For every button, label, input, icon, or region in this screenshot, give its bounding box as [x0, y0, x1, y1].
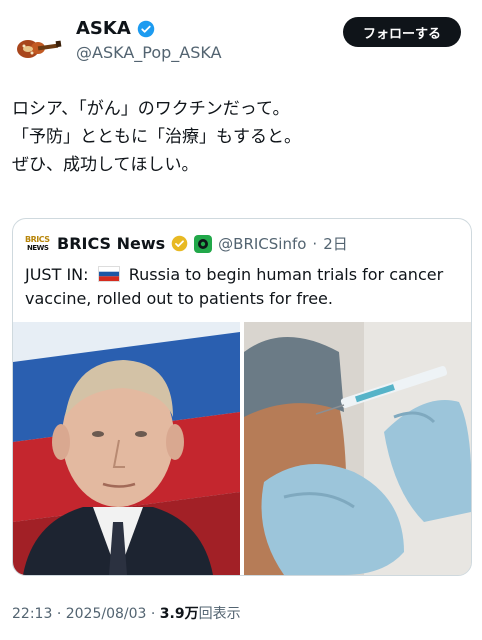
follow-button[interactable]: フォローする — [343, 17, 461, 47]
dot-separator: · — [56, 606, 66, 622]
quoted-handle[interactable]: @BRICSinfo — [218, 235, 306, 253]
quoted-text: JUST IN: Russia to begin human trials fo… — [25, 263, 457, 311]
display-name[interactable]: ASKA — [76, 18, 131, 39]
tweet-header: ASKA @ASKA_Pop_ASKA フォローする — [0, 0, 482, 80]
tweet-meta: 22:13 · 2025/08/03 · 3.9万回表示 — [12, 603, 241, 623]
quoted-time[interactable]: 2日 — [323, 233, 348, 254]
quoted-display-name[interactable]: BRICS News — [57, 234, 165, 253]
quoted-tweet-header: BRICS NEWS BRICS News @BRICSinfo · 2日 — [25, 233, 348, 254]
dot-separator: · — [150, 606, 160, 622]
name-row: ASKA — [76, 18, 155, 39]
brics-logo: BRICS NEWS — [25, 234, 50, 252]
gold-verified-icon — [171, 235, 188, 252]
views-label: 回表示 — [198, 606, 241, 622]
affiliate-badge-icon — [194, 234, 213, 253]
photo-vaccine-injection[interactable] — [244, 322, 471, 575]
verified-check-icon — [137, 20, 155, 37]
quoted-tweet[interactable]: BRICS NEWS BRICS News @BRICSinfo · 2日 JU… — [12, 218, 472, 576]
tweet-text: ロシア、「がん」のワクチンだって。 「予防」とともに「治療」もすると。 ぜひ、成… — [12, 99, 301, 175]
tweet-time[interactable]: 22:13 — [12, 606, 52, 622]
quoted-text-prefix: JUST IN: — [25, 265, 89, 284]
russia-flag-icon — [97, 266, 120, 282]
dot-separator: · — [312, 234, 318, 253]
photo-person-with-flag[interactable] — [13, 322, 240, 575]
avatar[interactable] — [12, 22, 62, 72]
tweet-date[interactable]: 2025/08/03 — [66, 606, 147, 622]
views-count: 3.9万 — [159, 606, 199, 622]
user-handle[interactable]: @ASKA_Pop_ASKA — [76, 43, 222, 62]
